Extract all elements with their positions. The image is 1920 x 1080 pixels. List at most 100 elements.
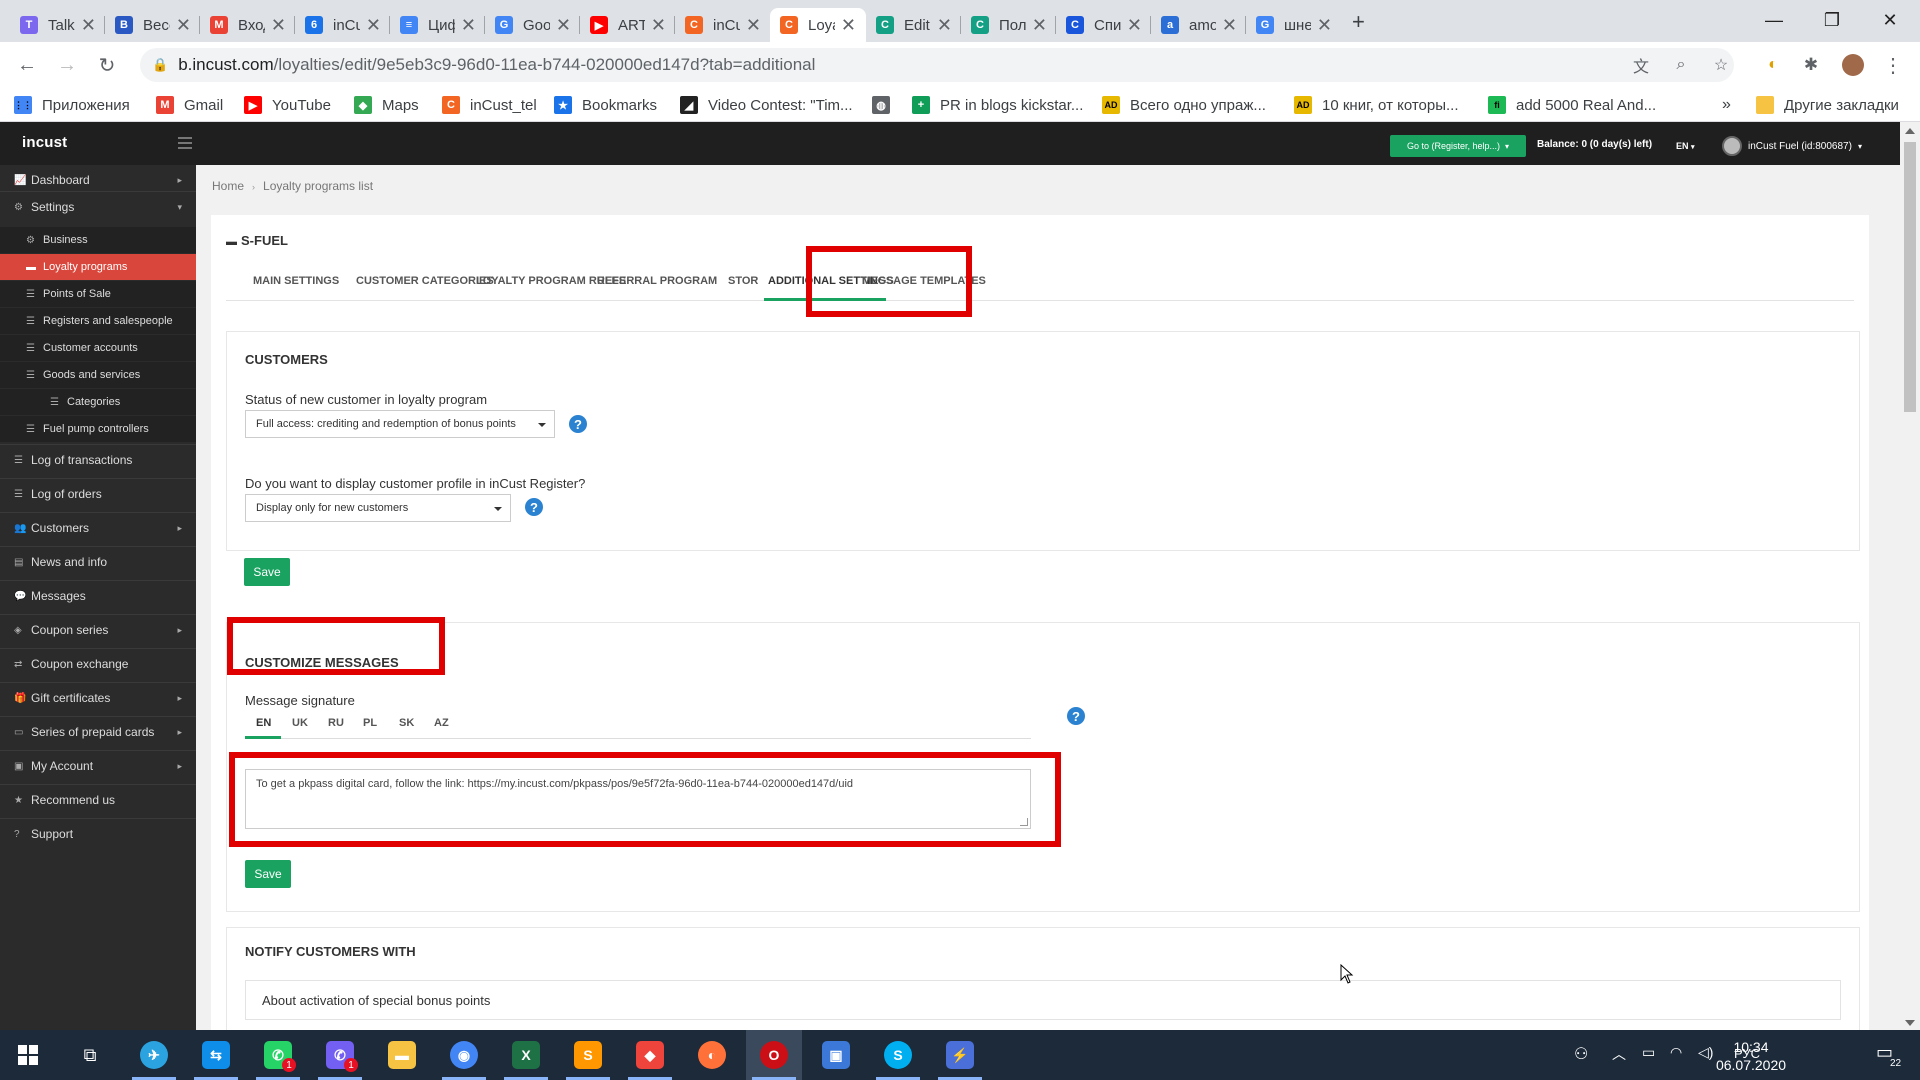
firefox-taskbar-icon[interactable]: ◐ [684,1030,740,1080]
sidebar-item-coupon-exchange[interactable]: ⇄ Coupon exchange [0,649,196,679]
tab-close-icon[interactable]: ✕ [651,15,666,36]
tab-close-icon[interactable]: ✕ [1032,15,1047,36]
tab-close-icon[interactable]: ✕ [1222,15,1237,36]
people-icon[interactable]: ⚇ [1574,1044,1588,1064]
tab-close-icon[interactable]: ✕ [461,15,476,36]
sidebar-item-customers[interactable]: 👥 Customers ▸ [0,513,196,543]
account-menu[interactable]: inCust Fuel (id:800687) ▾ [1722,136,1862,156]
breadcrumb-current[interactable]: Loyalty programs list [263,179,373,193]
browser-tab[interactable]: B Весом ✕ [105,8,201,42]
signature-textarea[interactable]: To get a pkpass digital card, follow the… [245,769,1031,829]
restore-window-icon[interactable]: ❐ [1803,0,1861,40]
system-clock[interactable]: 10:34 06.07.2020 [1706,1038,1796,1074]
tab-close-icon[interactable]: ✕ [841,15,856,36]
chrome-taskbar-icon[interactable]: ◉ [436,1030,492,1080]
tab-close-icon[interactable]: ✕ [937,15,952,36]
zoom-icon[interactable]: ⌕ [1670,54,1692,76]
bookmark-item[interactable]: ◢ Video Contest: "Tim... [680,94,853,116]
help-icon[interactable]: ? [1067,707,1085,725]
bookmark-item[interactable]: ◍ [872,94,900,116]
resize-handle-icon[interactable] [1020,818,1028,826]
tab-close-icon[interactable]: ✕ [271,15,286,36]
bookmark-item[interactable]: ⋮⋮ Приложения [14,94,130,116]
other-bookmarks-folder[interactable]: Другие закладки [1756,94,1899,116]
bookmark-item[interactable]: CinCust_tel [442,94,537,116]
viber-taskbar-icon[interactable]: ✆ 1 [312,1030,368,1080]
explorer-taskbar-icon[interactable]: ▬ [374,1030,430,1080]
bookmark-item[interactable]: M Gmail [156,94,223,116]
sidebar-item-messages[interactable]: 💬 Messages [0,581,196,611]
bookmark-item[interactable]: AD Всего одно упраж... [1102,94,1266,116]
close-window-icon[interactable]: ✕ [1861,0,1919,40]
language-selector[interactable]: EN ▾ [1676,141,1695,151]
wifi-icon[interactable]: ◠ [1670,1044,1682,1061]
bookmark-item[interactable]: fi add 5000 Real And... [1488,94,1656,116]
browser-tab[interactable]: C Полу ✕ [961,8,1057,42]
browser-menu-icon[interactable]: ⋮ [1878,50,1908,80]
tab-main-settings[interactable]: MAIN SETTINGS [253,275,339,287]
windows-start-icon[interactable] [0,1030,56,1080]
anydesk-taskbar-icon[interactable]: ◆ [622,1030,678,1080]
sidebar-item-points-of-sale[interactable]: ☰ Points of Sale [0,281,196,307]
vertical-scrollbar[interactable] [1900,122,1920,1030]
help-icon[interactable]: ? [569,415,587,433]
status-select[interactable]: Full access: crediting and redemption of… [245,410,555,438]
customize-save-button[interactable]: Save [245,860,291,888]
excel-taskbar-icon[interactable]: X [498,1030,554,1080]
language-tab-sk[interactable]: SK [399,717,414,729]
scroll-down-arrow-icon[interactable] [1905,1020,1915,1026]
bolt-taskbar-icon[interactable]: ⚡ [932,1030,988,1080]
scrollbar-thumb[interactable] [1904,142,1916,412]
sidebar-item-settings[interactable]: ⚙ Settings ▾ [0,192,196,222]
sidebar-item-business[interactable]: ⚙ Business [0,227,196,253]
tab-stor[interactable]: STOR [728,275,758,287]
language-tab-az[interactable]: AZ [434,717,449,729]
language-tab-uk[interactable]: UK [292,717,308,729]
sidebar-item-gift-certificates[interactable]: 🎁 Gift certificates ▸ [0,683,196,713]
browser-tab[interactable]: C Loyal ✕ [770,8,866,42]
tab-close-icon[interactable]: ✕ [81,15,96,36]
minimize-window-icon[interactable]: — [1745,0,1803,40]
browser-tab[interactable]: C Спис ✕ [1056,8,1152,42]
sidebar-item-categories[interactable]: ☰ Categories [0,389,196,415]
bookmark-item[interactable]: ★ Bookmarks [554,94,657,116]
customers-save-button[interactable]: Save [244,558,290,586]
reload-icon[interactable]: ↻ [92,50,122,80]
tab-close-icon[interactable]: ✕ [556,15,571,36]
help-icon[interactable]: ? [525,498,543,516]
sidebar-item-customer-accounts[interactable]: ☰ Customer accounts [0,335,196,361]
browser-tab[interactable]: G Goog ✕ [485,8,581,42]
browser-tab[interactable]: ▶ ARTIK ✕ [580,8,676,42]
language-tab-en[interactable]: EN [256,717,271,729]
teamviewer-taskbar-icon[interactable]: ⇆ [188,1030,244,1080]
task-view-icon[interactable]: ⧉ [62,1030,118,1080]
tab-referral-program[interactable]: REFERRAL PROGRAM [597,275,717,287]
extensions-puzzle-icon[interactable]: ✱ [1796,50,1826,80]
bookmark-star-icon[interactable]: ☆ [1710,54,1732,76]
breadcrumb-home[interactable]: Home [212,179,244,193]
profile-avatar[interactable] [1838,50,1868,80]
address-bar[interactable]: 🔒 b.incust.com/loyalties/edit/9e5eb3c9-9… [140,48,1734,82]
extension-icon[interactable]: ◐ [1758,50,1788,80]
sidebar-item-news-and-info[interactable]: ▤ News and info [0,547,196,577]
sidebar-item-log-of-orders[interactable]: ☰ Log of orders [0,479,196,509]
telegram-taskbar-icon[interactable]: ✈ [126,1030,182,1080]
browser-tab[interactable]: C Edit F ✕ [866,8,962,42]
sidebar-item-log-of-transactions[interactable]: ☰ Log of transactions [0,445,196,475]
tab-message-templates[interactable]: MESSAGE TEMPLATES [862,275,986,287]
sidebar-item-goods-and-services[interactable]: ☰ Goods and services [0,362,196,388]
browser-tab[interactable]: ≡ Цифр ✕ [390,8,486,42]
sidebar-item-coupon-series[interactable]: ◈ Coupon series ▸ [0,615,196,645]
translate-icon[interactable]: 文 [1630,54,1652,76]
tab-close-icon[interactable]: ✕ [176,15,191,36]
browser-tab[interactable]: aamoC ✕ [1151,8,1247,42]
sidebar-item-support[interactable]: ? Support [0,819,196,849]
sidebar-item-my-account[interactable]: ▣ My Account ▸ [0,751,196,781]
tab-close-icon[interactable]: ✕ [366,15,381,36]
bookmark-item[interactable]: ◆ Maps [354,94,419,116]
browser-tab[interactable]: 6 inCus ✕ [295,8,391,42]
language-tab-ru[interactable]: RU [328,717,344,729]
browser-tab[interactable]: M Входя ✕ [200,8,296,42]
browser-tab[interactable]: T Talk-M ✕ [10,8,106,42]
tab-close-icon[interactable]: ✕ [1317,15,1332,36]
